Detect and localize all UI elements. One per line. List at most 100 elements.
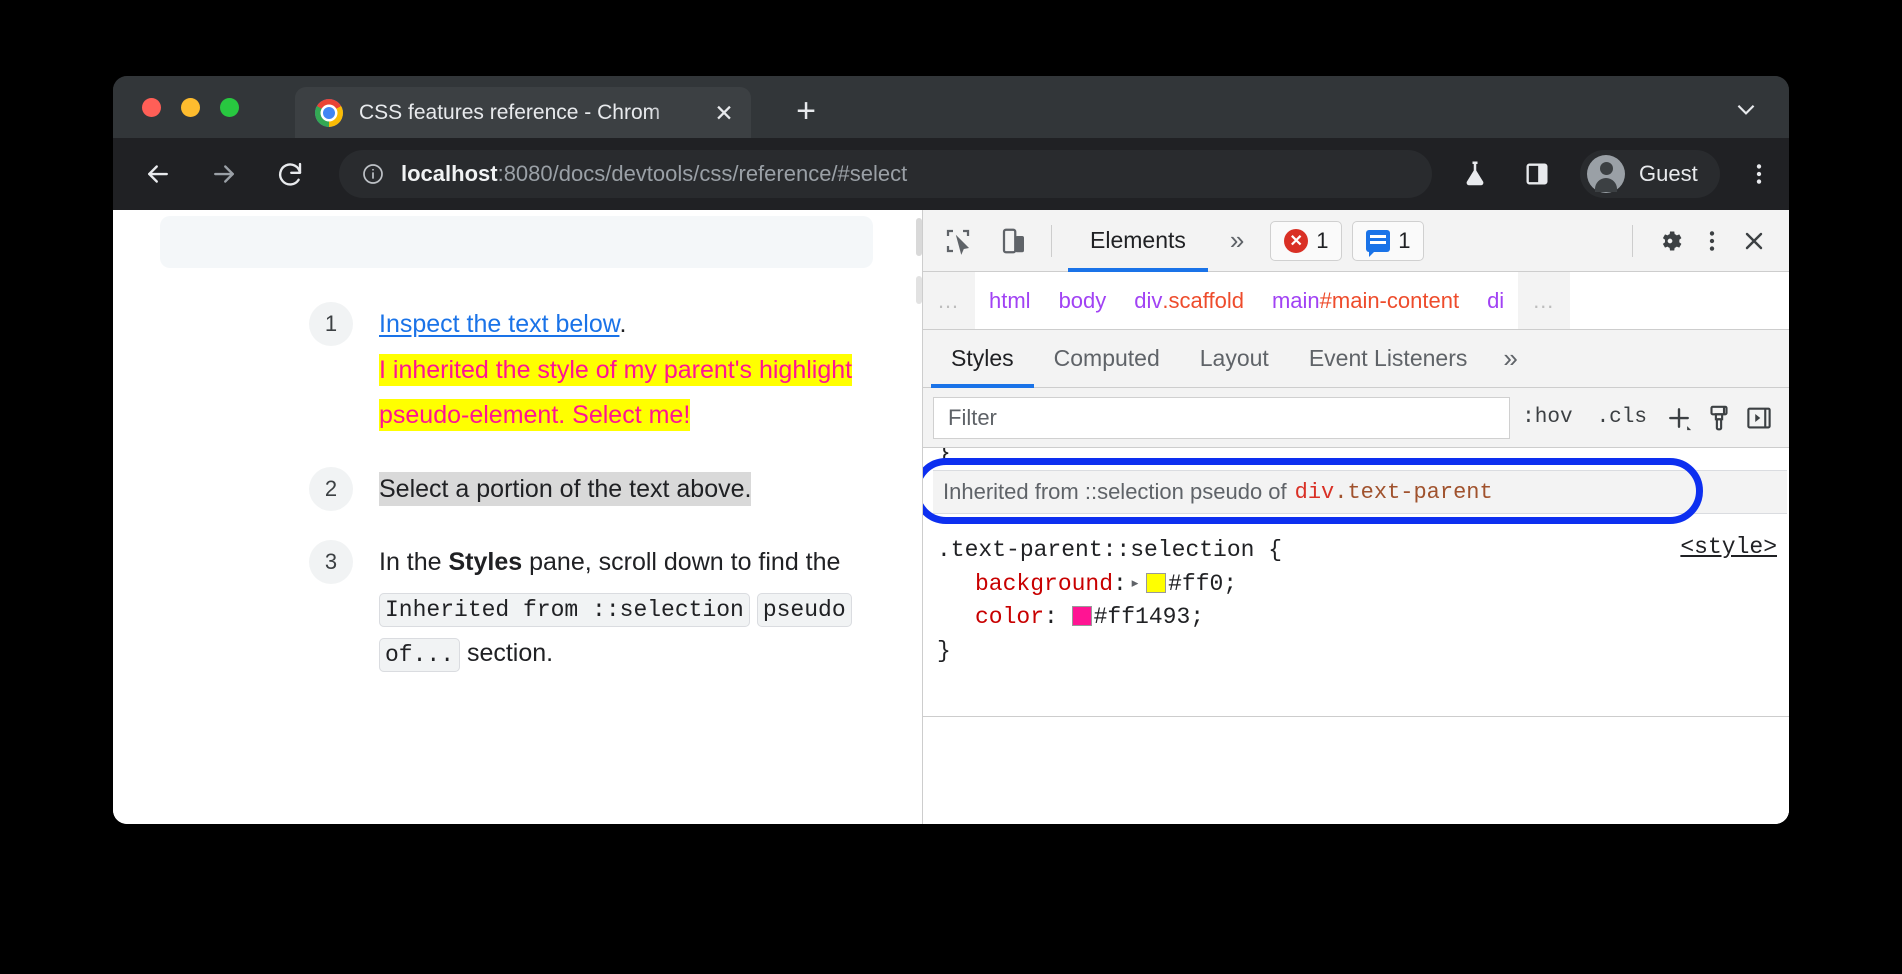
- more-panels-button[interactable]: »: [1220, 225, 1254, 256]
- breadcrumb-item-html[interactable]: html: [975, 272, 1045, 330]
- css-property-name[interactable]: color: [975, 604, 1044, 630]
- step-content: In the Styles pane, scroll down to find …: [379, 540, 903, 677]
- breadcrumb-tag: div: [1134, 288, 1162, 314]
- plus-icon[interactable]: [1659, 398, 1699, 438]
- computed-sidebar-icon[interactable]: [1739, 398, 1779, 438]
- cls-button[interactable]: .cls: [1585, 406, 1659, 429]
- ordered-steps-list: 1 Inspect the text below. I inherited th…: [113, 302, 903, 705]
- breadcrumb: … html body div.scaffold main#main-conte…: [923, 272, 1789, 330]
- address-bar[interactable]: localhost:8080/docs/devtools/css/referen…: [339, 150, 1432, 198]
- content-area: 1 Inspect the text below. I inherited th…: [113, 210, 1789, 824]
- tab-elements[interactable]: Elements: [1068, 210, 1208, 272]
- devtools-toolbar: Elements » ✕ 1 1: [923, 210, 1789, 272]
- url-host: localhost: [401, 161, 498, 186]
- color-swatch-yellow[interactable]: [1146, 573, 1166, 593]
- list-item: 2 Select a portion of the text above.: [113, 467, 903, 513]
- issue-counters: ✕ 1 1: [1270, 221, 1424, 261]
- tab-layout[interactable]: Layout: [1180, 330, 1289, 388]
- step-number: 1: [309, 302, 353, 346]
- breadcrumb-item-div-scaffold[interactable]: div.scaffold: [1120, 272, 1258, 330]
- breadcrumb-overflow-left[interactable]: …: [923, 272, 975, 330]
- new-tab-button[interactable]: +: [785, 91, 827, 133]
- step-content: Select a portion of the text above.: [379, 467, 751, 513]
- css-property-value[interactable]: #ff0;: [1168, 571, 1237, 597]
- profile-label: Guest: [1639, 161, 1698, 187]
- minimize-window-button[interactable]: [181, 98, 200, 117]
- breadcrumb-overflow-right[interactable]: …: [1518, 272, 1570, 330]
- maximize-window-button[interactable]: [220, 98, 239, 117]
- inherited-class: .text-parent: [1334, 480, 1492, 505]
- inherited-from-selector[interactable]: div.text-parent: [1295, 480, 1493, 505]
- css-declaration-background[interactable]: background:▸#ff0;: [937, 568, 1779, 602]
- close-window-button[interactable]: [142, 98, 161, 117]
- selection-highlighted-text: I inherited the style of my parent's hig…: [379, 354, 852, 432]
- side-panel-icon[interactable]: [1520, 157, 1554, 191]
- info-circle-icon[interactable]: [361, 162, 385, 186]
- page-banner: [160, 216, 873, 268]
- message-icon: [1366, 230, 1390, 252]
- browser-window: CSS features reference - Chrom ✕ +: [113, 76, 1789, 824]
- browser-tab[interactable]: CSS features reference - Chrom ✕: [295, 87, 751, 138]
- devtools-panel: Elements » ✕ 1 1: [922, 210, 1789, 824]
- tab-styles[interactable]: Styles: [931, 330, 1034, 388]
- hov-button[interactable]: :hov: [1510, 406, 1584, 429]
- devtools-toolbar-right: [1616, 220, 1789, 262]
- expand-shorthand-icon[interactable]: ▸: [1130, 573, 1140, 598]
- step3-part2: pane, scroll down to find the: [522, 548, 840, 576]
- css-rule-block: .text-parent::selection { background:▸#f…: [937, 534, 1779, 668]
- message-count: 1: [1398, 228, 1410, 254]
- reload-icon[interactable]: [273, 157, 307, 191]
- devtools-sidebar-tabs: Styles Computed Layout Event Listeners »: [923, 330, 1789, 388]
- color-swatch-pink[interactable]: [1072, 606, 1092, 626]
- gear-icon[interactable]: [1649, 220, 1691, 262]
- list-item: 3 In the Styles pane, scroll down to fin…: [113, 540, 903, 677]
- browser-selected-text: Select a portion of the text above.: [379, 472, 751, 506]
- css-declaration-color[interactable]: color: #ff1493;: [937, 601, 1779, 635]
- css-property-value[interactable]: #ff1493;: [1094, 604, 1204, 630]
- code-inherited-from: Inherited from ::selection: [379, 593, 750, 627]
- breadcrumb-id: #main-content: [1320, 288, 1459, 314]
- inspect-element-icon[interactable]: [937, 220, 979, 262]
- error-counter[interactable]: ✕ 1: [1270, 221, 1342, 261]
- address-bar-url: localhost:8080/docs/devtools/css/referen…: [401, 161, 907, 187]
- url-path: :8080/docs/devtools/css/reference/#selec…: [498, 161, 908, 186]
- step-number: 2: [309, 467, 353, 511]
- inherited-from-section-header[interactable]: Inherited from ::selection pseudo of div…: [933, 470, 1787, 514]
- step-number: 3: [309, 540, 353, 584]
- web-page-viewport: 1 Inspect the text below. I inherited th…: [113, 210, 922, 824]
- breadcrumb-tag: main: [1272, 288, 1320, 314]
- chevron-down-icon[interactable]: [1733, 96, 1759, 122]
- breadcrumb-item-di[interactable]: di: [1473, 272, 1518, 330]
- kebab-menu-icon[interactable]: [1742, 157, 1776, 191]
- breadcrumb-item-main-content[interactable]: main#main-content: [1258, 272, 1473, 330]
- error-count: 1: [1316, 228, 1328, 254]
- message-counter[interactable]: 1: [1352, 221, 1424, 261]
- breadcrumb-class: .scaffold: [1162, 288, 1244, 314]
- browser-toolbar: localhost:8080/docs/devtools/css/referen…: [113, 138, 1789, 210]
- device-toolbar-icon[interactable]: [993, 220, 1035, 262]
- flask-icon[interactable]: [1458, 157, 1492, 191]
- css-closing-brace: }: [937, 635, 1779, 669]
- close-icon[interactable]: [1733, 220, 1775, 262]
- rule-divider: [923, 716, 1789, 717]
- chrome-icon: [315, 99, 343, 127]
- profile-button[interactable]: Guest: [1580, 150, 1720, 198]
- css-selector-line[interactable]: .text-parent::selection {: [937, 534, 1779, 568]
- inherited-from-label: Inherited from ::selection pseudo of: [943, 479, 1287, 505]
- avatar: [1587, 155, 1625, 193]
- close-tab-button[interactable]: ✕: [711, 100, 737, 126]
- css-property-name[interactable]: background: [975, 571, 1113, 597]
- tab-title: CSS features reference - Chrom: [359, 101, 689, 125]
- forward-arrow-icon[interactable]: [207, 157, 241, 191]
- tab-computed[interactable]: Computed: [1034, 330, 1180, 388]
- more-sidebar-tabs-button[interactable]: »: [1487, 343, 1533, 374]
- step3-bold-styles: Styles: [449, 548, 523, 576]
- paint-brush-icon[interactable]: [1699, 398, 1739, 438]
- tab-event-listeners[interactable]: Event Listeners: [1289, 330, 1488, 388]
- breadcrumb-item-body[interactable]: body: [1045, 272, 1121, 330]
- filter-input[interactable]: Filter: [933, 397, 1510, 439]
- styles-pane: } Inherited from ::selection pseudo of d…: [923, 448, 1789, 824]
- kebab-menu-icon[interactable]: [1691, 220, 1733, 262]
- inspect-text-link[interactable]: Inspect the text below: [379, 310, 619, 338]
- back-arrow-icon[interactable]: [141, 157, 175, 191]
